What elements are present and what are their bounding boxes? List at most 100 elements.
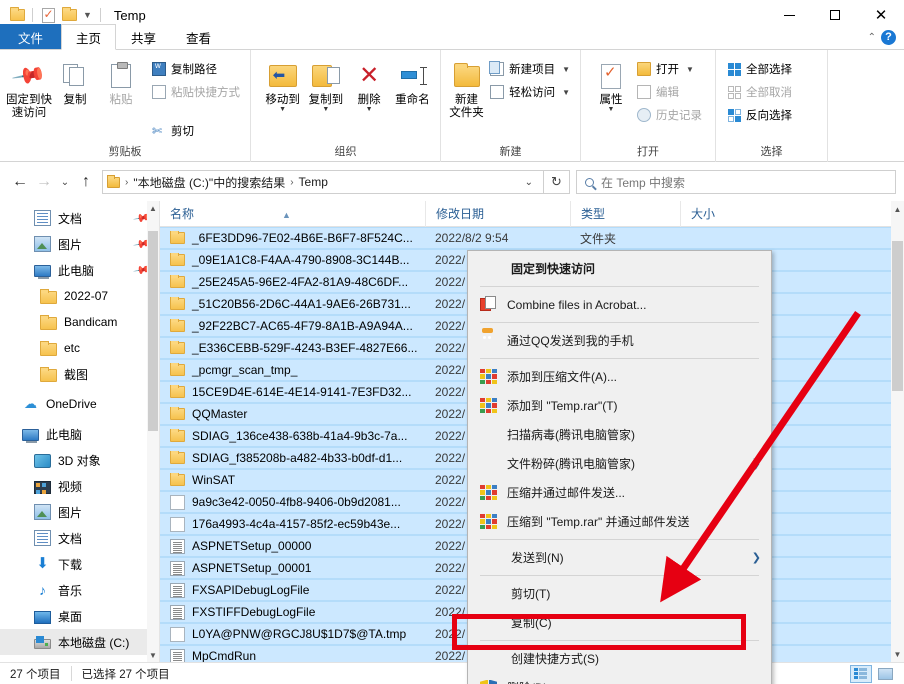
menu-item-send-via-qq[interactable]: 通过QQ发送到我的手机 — [468, 326, 771, 355]
scrollbar-thumb[interactable] — [148, 231, 158, 431]
scroll-down-icon[interactable]: ▼ — [147, 648, 159, 662]
delete-chevron-down-icon[interactable]: ▼ — [366, 106, 373, 113]
sidebar-item-documents[interactable]: 文档 — [0, 525, 159, 551]
sidebar-item-etc[interactable]: etc — [0, 335, 159, 361]
collapse-ribbon-icon[interactable]: ⌃ — [868, 32, 876, 43]
scroll-up-icon[interactable]: ▲ — [891, 201, 904, 217]
invert-selection-button[interactable]: 反向选择 — [724, 104, 796, 126]
pin-label-line1: 固定到快 — [6, 94, 52, 106]
tab-file[interactable]: 文件 — [0, 24, 62, 50]
details-view-button[interactable] — [850, 664, 872, 683]
column-header-date[interactable]: 修改日期 — [425, 201, 570, 227]
move-to-button[interactable]: ⬅ 移动到 ▼ — [261, 54, 304, 113]
properties-chevron-down-icon[interactable]: ▼ — [608, 106, 615, 113]
new-item-chevron-down-icon[interactable]: ▼ — [562, 65, 570, 74]
sidebar-item-3d-objects[interactable]: 3D 对象 — [0, 447, 159, 473]
select-all-button[interactable]: 全部选择 — [724, 58, 796, 80]
column-header-size[interactable]: 大小 — [680, 201, 780, 227]
move-to-icon: ⬅ — [268, 58, 297, 94]
menu-item-shred-file[interactable]: 文件粉碎(腾讯电脑管家) ❯ — [468, 449, 771, 478]
menu-item-cut[interactable]: 剪切(T) — [468, 579, 771, 608]
menu-item-pin-to-quick-access[interactable]: 固定到快速访问 — [468, 254, 771, 283]
sidebar-item-this-pc[interactable]: 此电脑 — [0, 421, 159, 447]
edit-button[interactable]: 编辑 — [633, 81, 706, 103]
paste-shortcut-button[interactable]: 粘贴快捷方式 — [148, 81, 244, 103]
qat-folder-icon[interactable] — [8, 6, 26, 24]
file-icon — [170, 626, 185, 642]
sidebar-item-documents-qa[interactable]: 文档 📌 — [0, 205, 159, 231]
navigation-pane[interactable]: 文档 📌 图片 📌 此电脑 📌 2022-07 Bandicam etc 截图 … — [0, 201, 160, 662]
sidebar-item-videos[interactable]: 视频 — [0, 473, 159, 499]
menu-item-add-to-archive[interactable]: 添加到压缩文件(A)... — [468, 362, 771, 391]
breadcrumb-item-temp[interactable]: Temp — [299, 175, 328, 189]
move-to-chevron-down-icon[interactable]: ▼ — [279, 106, 286, 113]
history-button[interactable]: 历史记录 — [633, 104, 706, 126]
menu-item-add-to-temp-rar[interactable]: 添加到 "Temp.rar"(T) — [468, 391, 771, 420]
copy-button[interactable]: 复制 — [52, 54, 98, 107]
sidebar-item-music[interactable]: ♪ 音乐 — [0, 577, 159, 603]
breadcrumb-separator-2: › — [290, 176, 294, 188]
up-button[interactable]: ↑ — [74, 170, 98, 194]
menu-item-compress-to-temp-rar-and-email[interactable]: 压缩到 "Temp.rar" 并通过邮件发送 — [468, 507, 771, 536]
sidebar-item-desktop[interactable]: 桌面 — [0, 603, 159, 629]
sidebar-item-local-disk-d[interactable]: 本地磁盘 (D:) — [0, 655, 159, 663]
paste-button[interactable]: 粘贴 — [98, 54, 144, 107]
tab-share[interactable]: 共享 — [116, 24, 172, 50]
sidebar-item-pictures[interactable]: 图片 — [0, 499, 159, 525]
sidebar-item-bandicam[interactable]: Bandicam — [0, 309, 159, 335]
new-folder-button[interactable]: 新建 文件夹 — [449, 54, 484, 120]
copy-to-button[interactable]: 复制到 ▼ — [304, 54, 347, 113]
scroll-down-icon[interactable]: ▼ — [891, 646, 904, 662]
scroll-up-icon[interactable]: ▲ — [147, 201, 159, 215]
table-row[interactable]: _6FE3DD96-7E02-4B6E-B6F7-8F524C... 2022/… — [160, 227, 891, 249]
back-button[interactable]: ← — [8, 170, 32, 194]
qat-new-folder-icon[interactable] — [60, 6, 78, 24]
menu-item-compress-and-email[interactable]: 压缩并通过邮件发送... — [468, 478, 771, 507]
forward-button[interactable]: → — [32, 170, 56, 194]
column-header-type[interactable]: 类型 — [570, 201, 680, 227]
properties-button[interactable]: 属性 ▼ — [589, 54, 633, 113]
menu-item-scan-virus[interactable]: 扫描病毒(腾讯电脑管家) — [468, 420, 771, 449]
scrollbar-thumb[interactable] — [892, 241, 903, 391]
sidebar-item-pictures-qa[interactable]: 图片 📌 — [0, 231, 159, 257]
copy-to-chevron-down-icon[interactable]: ▼ — [322, 106, 329, 113]
rename-button[interactable]: 重命名 — [391, 54, 434, 107]
pin-to-quick-access-button[interactable]: 📌 固定到快 速访问 — [6, 54, 52, 120]
sidebar-item-downloads[interactable]: ⬇ 下载 — [0, 551, 159, 577]
menu-item-send-to[interactable]: 发送到(N) ❯ — [468, 543, 771, 572]
music-icon: ♪ — [39, 582, 46, 598]
new-item-button[interactable]: 新建项目 ▼ — [486, 58, 574, 80]
open-chevron-down-icon[interactable]: ▼ — [686, 65, 694, 74]
easy-access-button[interactable]: 轻松访问 ▼ — [486, 81, 574, 103]
large-icons-view-button[interactable] — [874, 665, 896, 683]
address-chevron-down-icon[interactable]: ⌄ — [519, 177, 539, 188]
breadcrumb-item-search-results[interactable]: "本地磁盘 (C:)"中的搜索结果 — [133, 174, 285, 191]
column-header-name[interactable]: 名称 ▲ — [160, 201, 425, 227]
navigation-pane-scrollbar[interactable]: ▲ ▼ — [147, 201, 159, 662]
copy-path-button[interactable]: 复制路径 — [148, 58, 244, 80]
menu-item-delete[interactable]: 删除(D) — [468, 673, 771, 684]
file-name-cell: L0YA@PNW@RGCJ8U$1D7$@TA.tmp — [160, 626, 425, 642]
sidebar-item-2022-07[interactable]: 2022-07 — [0, 283, 159, 309]
select-none-button[interactable]: 全部取消 — [724, 81, 796, 103]
sidebar-item-this-pc-qa[interactable]: 此电脑 📌 — [0, 257, 159, 283]
address-input[interactable]: › "本地磁盘 (C:)"中的搜索结果 › Temp ⌄ — [102, 170, 544, 194]
help-icon[interactable]: ? — [881, 29, 896, 45]
sidebar-item-local-disk-c[interactable]: 本地磁盘 (C:) — [0, 629, 159, 655]
refresh-button[interactable]: ↻ — [544, 170, 570, 194]
cut-button[interactable]: ✄ 剪切 — [148, 120, 244, 142]
qat-properties-icon[interactable] — [39, 6, 57, 24]
open-button[interactable]: 打开 ▼ — [633, 58, 706, 80]
file-name-label: 15CE9D4E-614E-4E14-9141-7E3FD32... — [192, 385, 412, 399]
sidebar-item-screenshots[interactable]: 截图 — [0, 361, 159, 387]
sidebar-item-onedrive[interactable]: ☁ OneDrive — [0, 391, 159, 417]
tab-view[interactable]: 查看 — [171, 24, 227, 50]
recent-locations-button[interactable]: ⌄ — [56, 170, 74, 194]
easy-access-chevron-down-icon[interactable]: ▼ — [562, 88, 570, 97]
tab-home[interactable]: 主页 — [61, 24, 117, 50]
search-input[interactable]: 在 Temp 中搜索 — [576, 170, 896, 194]
qat-chevron-down-icon[interactable]: ▼ — [81, 10, 94, 20]
file-list-scrollbar[interactable]: ▲ ▼ — [891, 201, 904, 662]
delete-button[interactable]: ✕ 删除 ▼ — [348, 54, 391, 114]
menu-item-combine-files-acrobat[interactable]: Combine files in Acrobat... — [468, 290, 771, 319]
